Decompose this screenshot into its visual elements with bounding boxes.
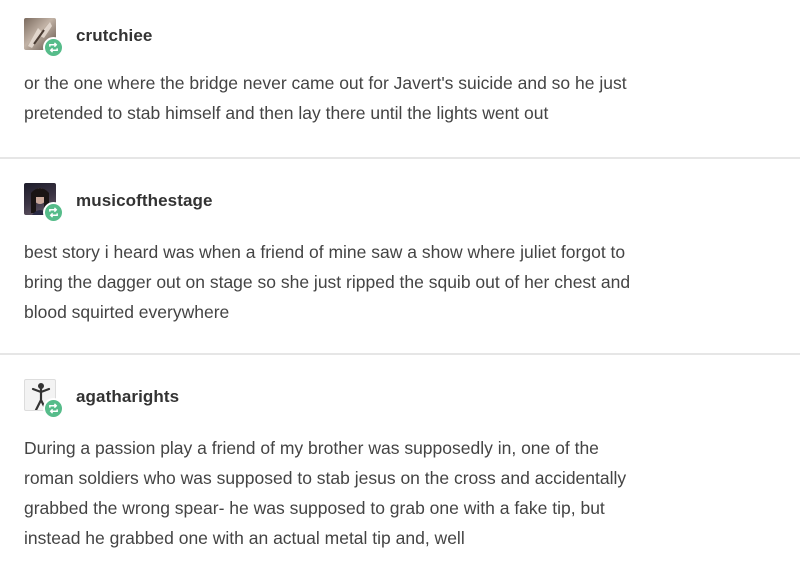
post-body: best story i heard was when a friend of … <box>24 237 780 327</box>
post-body: During a passion play a friend of my bro… <box>24 433 780 553</box>
post-text-line: During a passion play a friend of my bro… <box>24 438 599 458</box>
reblog-icon <box>43 398 64 419</box>
reblog-icon <box>43 202 64 223</box>
username-link[interactable]: musicofthestage <box>76 191 213 211</box>
post-body: or the one where the bridge never came o… <box>24 68 780 128</box>
post-text-line: bring the dagger out on stage so she jus… <box>24 272 631 292</box>
post-text-line: roman soldiers who was supposed to stab … <box>24 468 627 488</box>
post-text-line: or the one where the bridge never came o… <box>24 73 627 93</box>
post-text-line: pretended to stab himself and then lay t… <box>24 103 549 123</box>
post-text-line: instead he grabbed one with an actual me… <box>24 528 465 548</box>
post-text-line: grabbed the wrong spear- he was supposed… <box>24 498 605 518</box>
post-header: crutchiee <box>24 16 780 58</box>
reblog-icon <box>43 37 64 58</box>
avatar[interactable] <box>24 183 64 223</box>
post-header: agatharights <box>24 377 780 419</box>
post-header: musicofthestage <box>24 181 780 223</box>
post: musicofthestage best story i heard was w… <box>0 159 800 353</box>
avatar[interactable] <box>24 379 64 419</box>
post-text-line: blood squirted everywhere <box>24 302 230 322</box>
post: agatharights During a passion play a fri… <box>0 355 800 570</box>
post: crutchiee or the one where the bridge ne… <box>0 0 800 157</box>
post-text-line: best story i heard was when a friend of … <box>24 242 626 262</box>
username-link[interactable]: crutchiee <box>76 26 153 46</box>
username-link[interactable]: agatharights <box>76 387 179 407</box>
avatar[interactable] <box>24 18 64 58</box>
